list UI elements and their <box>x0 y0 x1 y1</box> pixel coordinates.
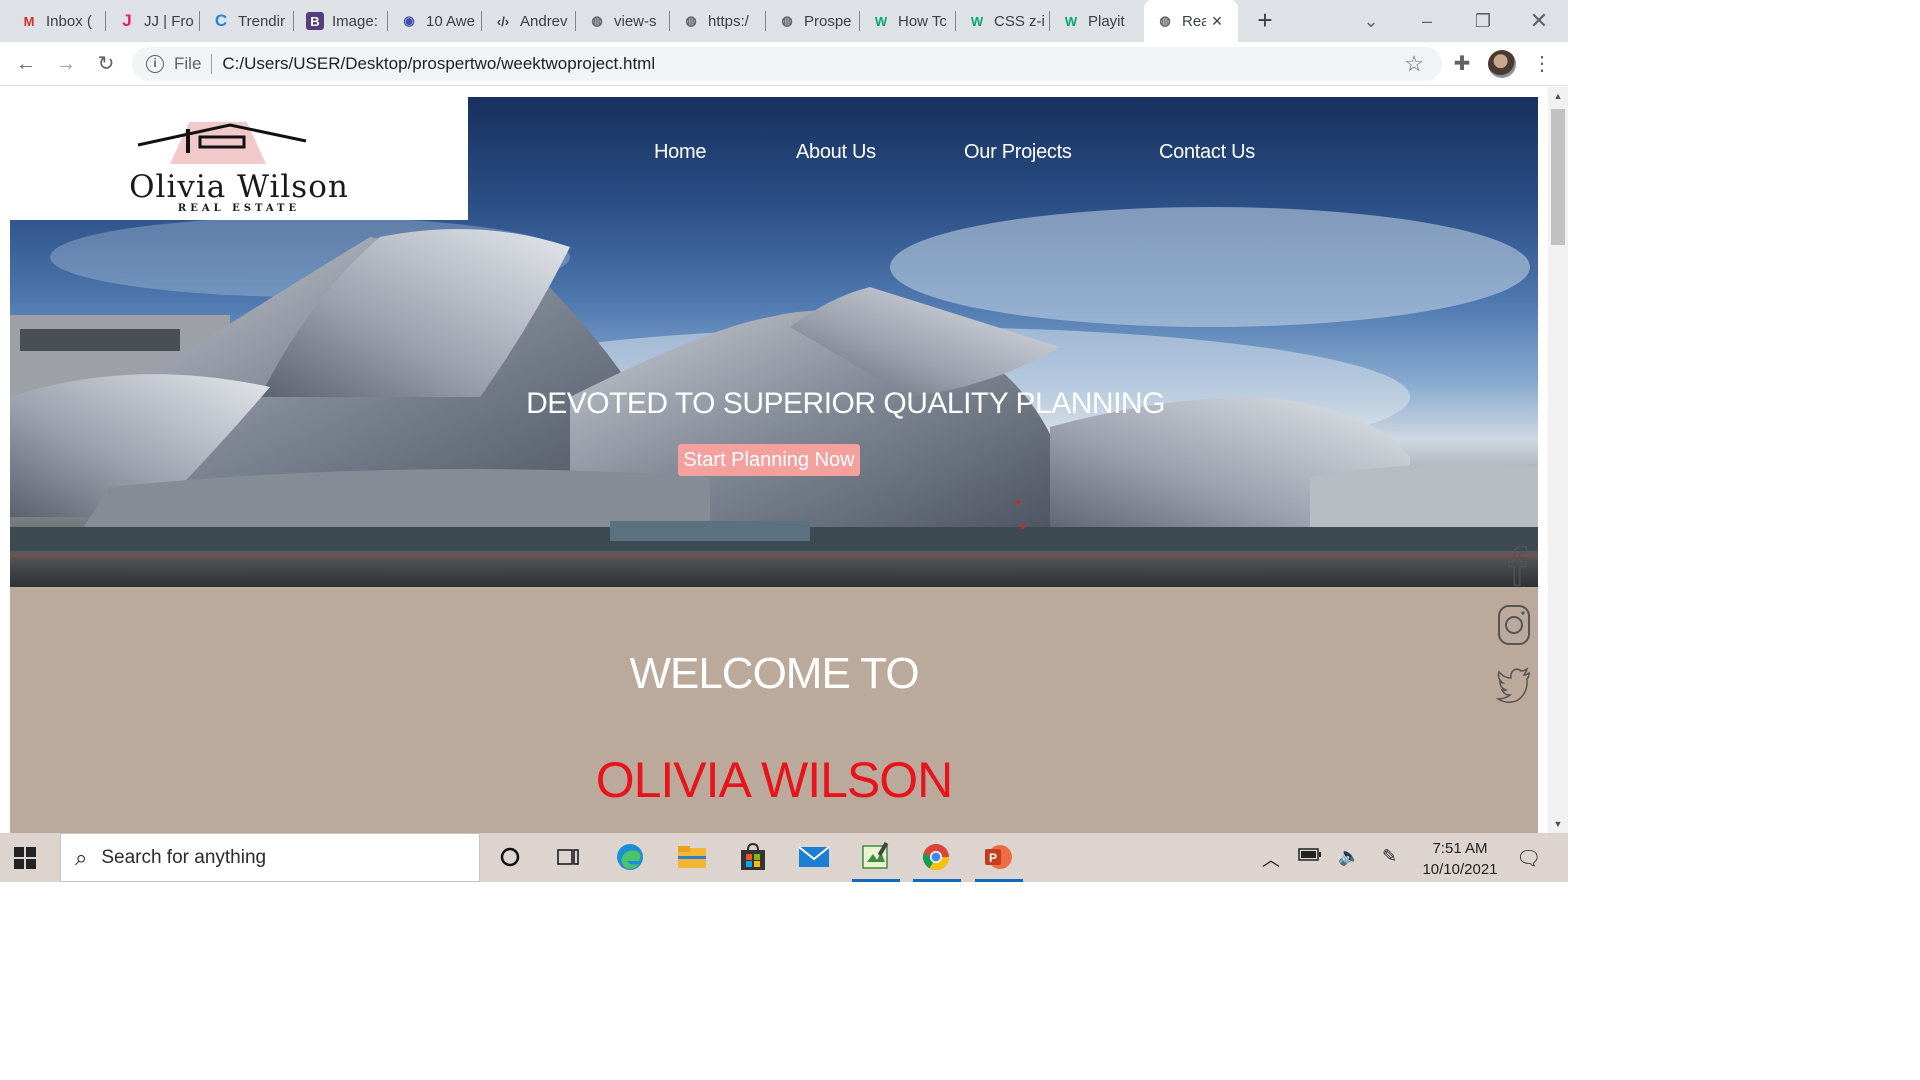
clock-date: 10/10/2021 <box>1422 861 1498 878</box>
pen-workspace-icon[interactable]: ✎ <box>1382 846 1397 867</box>
w3schools-icon: W <box>1064 13 1078 29</box>
bookmark-star-icon[interactable]: ☆ <box>1404 51 1424 77</box>
logo-name: Olivia Wilson <box>129 169 349 205</box>
task-view-icon[interactable] <box>552 841 584 873</box>
code-icon: ‹/› <box>496 13 510 29</box>
active-app-indicator <box>852 879 900 882</box>
cortana-icon[interactable] <box>494 841 526 873</box>
logo-tagline: REAL ESTATE <box>177 203 301 214</box>
gmail-icon: M <box>23 13 35 29</box>
browser-tab[interactable]: ‹/› Andrev <box>482 0 576 42</box>
browser-tab[interactable]: W Playit <box>1050 0 1144 42</box>
eye-icon: ◉ <box>403 13 415 28</box>
main-nav: Home About Us Our Projects Contact Us <box>0 141 1548 171</box>
microsoft-store-icon[interactable] <box>737 841 769 873</box>
c-logo-icon: C <box>214 11 228 30</box>
svg-text:P: P <box>989 851 997 865</box>
browser-toolbar: ← → ↻ i File C:/Users/USER/Desktop/prosp… <box>0 42 1568 86</box>
welcome-name: OLIVIA WILSON <box>595 752 954 808</box>
browser-tab[interactable]: J JJ | Fro <box>106 0 200 42</box>
scroll-down-icon[interactable]: ▼ <box>1552 819 1564 829</box>
active-app-indicator <box>975 879 1023 882</box>
welcome-section: WELCOME TO OLIVIA WILSON <box>10 587 1538 833</box>
url-text[interactable]: C:/Users/USER/Desktop/prospertwo/weektwo… <box>222 54 655 74</box>
battery-icon[interactable] <box>1298 846 1322 867</box>
windows-start-icon[interactable] <box>14 847 36 869</box>
browser-tab[interactable]: ◍ https:/ <box>670 0 766 42</box>
browser-tab[interactable]: W How Tc <box>860 0 956 42</box>
minimize-button[interactable]: – <box>1412 6 1442 36</box>
globe-icon: ◍ <box>781 13 793 28</box>
notifications-icon[interactable]: 🗨 <box>1516 846 1541 871</box>
address-bar[interactable]: i File C:/Users/USER/Desktop/prospertwo/… <box>132 47 1442 81</box>
new-tab-button[interactable]: + <box>1252 7 1278 34</box>
show-hidden-icons[interactable]: ︿ <box>1262 846 1280 872</box>
clock-time: 7:51 AM <box>1432 840 1488 857</box>
file-explorer-icon[interactable] <box>676 841 708 873</box>
menu-kebab-icon[interactable]: ⋮ <box>1528 50 1556 78</box>
browser-tab[interactable]: C Trendir <box>200 0 294 42</box>
twitter-icon[interactable] <box>1496 663 1532 707</box>
nav-home[interactable]: Home <box>654 141 706 164</box>
search-placeholder: Search for anything <box>101 846 267 868</box>
system-clock[interactable]: 7:51 AM 10/10/2021 <box>1410 838 1510 880</box>
w3schools-icon: W <box>970 13 984 29</box>
nav-about-us[interactable]: About Us <box>796 141 876 164</box>
edge-icon[interactable] <box>614 841 646 873</box>
start-planning-button[interactable]: Start Planning Now <box>678 444 860 476</box>
volume-icon[interactable]: 🔈 <box>1338 846 1360 867</box>
instagram-icon[interactable] <box>1496 603 1532 647</box>
page-viewport: DEVOTED TO SUPERIOR QUALITY PLANNING Sta… <box>0 87 1548 833</box>
globe-icon: ◍ <box>1159 13 1171 28</box>
bootstrap-icon: B <box>306 12 324 30</box>
scrollbar-thumb[interactable] <box>1551 109 1565 245</box>
powerpoint-icon[interactable]: P <box>982 841 1014 873</box>
nav-our-projects[interactable]: Our Projects <box>964 141 1072 164</box>
close-tab-icon[interactable]: × <box>1208 12 1226 30</box>
url-scheme: File <box>174 54 202 73</box>
globe-icon: ◍ <box>685 13 697 28</box>
site-info-icon[interactable]: i <box>146 55 164 73</box>
browser-tab[interactable]: ◉ 10 Awe <box>388 0 482 42</box>
scroll-up-icon[interactable]: ▲ <box>1552 91 1564 101</box>
reload-button[interactable]: ↻ <box>92 50 120 78</box>
browser-tab[interactable]: ◍ Prospe <box>766 0 860 42</box>
restore-button[interactable]: ❐ <box>1468 6 1498 36</box>
back-button[interactable]: ← <box>12 50 40 78</box>
windows-taskbar: ⌕ Search for anything P ︿ 🔈 ✎ 7:51 AM 10… <box>0 833 1568 882</box>
page-scrollbar[interactable]: ▲ ▼ <box>1548 87 1568 833</box>
profile-avatar[interactable] <box>1488 50 1516 78</box>
close-window-button[interactable]: ✕ <box>1524 6 1554 36</box>
browser-tab[interactable]: B Image: <box>294 0 388 42</box>
paint-app-icon[interactable] <box>860 841 892 873</box>
taskbar-search-box[interactable]: ⌕ Search for anything <box>60 833 480 882</box>
divider <box>211 54 213 74</box>
nav-contact-us[interactable]: Contact Us <box>1159 141 1255 164</box>
hero-title: DEVOTED TO SUPERIOR QUALITY PLANNING <box>526 387 1165 420</box>
facebook-icon[interactable] <box>1500 543 1536 587</box>
extensions-icon[interactable]: ✚ <box>1448 50 1476 78</box>
tab-search-icon[interactable]: ⌄ <box>1356 6 1386 36</box>
j-logo-icon: J <box>122 11 132 30</box>
browser-tab-strip: M Inbox ( J JJ | Fro C Trendir B Image: … <box>0 0 1568 42</box>
browser-tab-active[interactable]: ◍ Rea × <box>1144 0 1238 42</box>
browser-tab[interactable]: ◍ view-s <box>576 0 670 42</box>
forward-button[interactable]: → <box>52 50 80 78</box>
chrome-icon[interactable] <box>920 841 952 873</box>
search-icon: ⌕ <box>75 844 88 870</box>
w3schools-icon: W <box>874 13 888 29</box>
browser-tab[interactable]: M Inbox ( <box>8 0 106 42</box>
welcome-heading: WELCOME TO <box>629 649 919 698</box>
globe-icon: ◍ <box>591 13 603 28</box>
browser-tab[interactable]: W CSS z-i <box>956 0 1050 42</box>
mail-icon[interactable] <box>798 841 830 873</box>
active-app-indicator <box>913 879 961 882</box>
